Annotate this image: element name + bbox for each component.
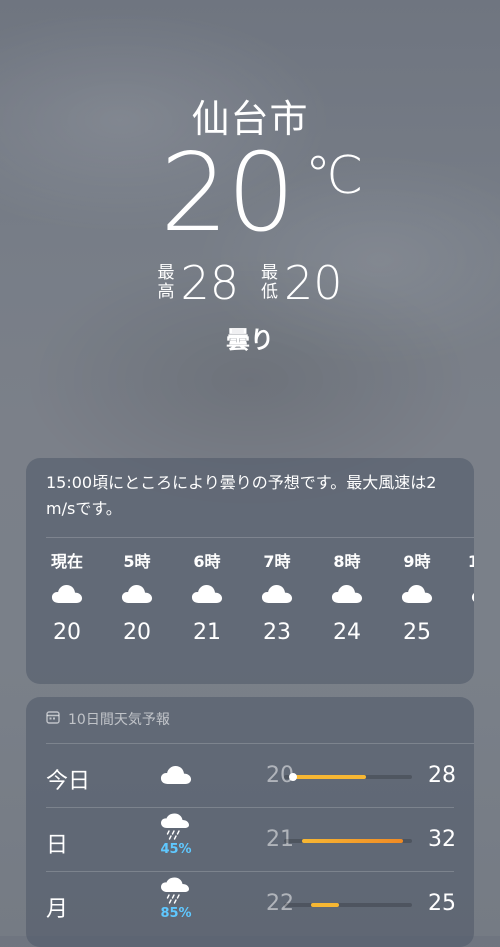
forecast-high: 32 bbox=[428, 827, 456, 852]
hour-item: 5時 20 bbox=[102, 548, 172, 645]
cloud-rain-icon: 85% bbox=[151, 877, 201, 921]
hourly-summary: 15:00頃にところにより曇りの予想です。最大風速は2 m/sです。 bbox=[46, 473, 437, 518]
forecast-row[interactable]: 月 85% 22 25 bbox=[26, 871, 474, 935]
forecast-day: 日 bbox=[46, 833, 69, 858]
cloud-icon bbox=[331, 574, 363, 614]
forecast-day: 今日 bbox=[46, 769, 91, 794]
cloud-icon bbox=[401, 574, 433, 614]
forecast-row[interactable]: 今日 20 28 bbox=[26, 743, 474, 807]
current-temperature-dot bbox=[289, 773, 298, 781]
temperature-range-bar bbox=[284, 773, 412, 781]
hour-item: 7時 23 bbox=[242, 548, 312, 645]
cloud-icon bbox=[51, 574, 83, 614]
hour-label: 6時 bbox=[193, 552, 221, 571]
precipitation-chance: 85% bbox=[160, 906, 192, 921]
high-temperature: 28 bbox=[180, 256, 239, 310]
ten-day-forecast-card[interactable]: 10日間天気予報 今日 20 28 日 45% 21 32 月 85% 22 25 bbox=[26, 697, 474, 947]
ten-day-header: 10日間天気予報 bbox=[46, 709, 170, 729]
hour-item: 6時 21 bbox=[172, 548, 242, 645]
hour-item: 9時 25 bbox=[382, 548, 452, 645]
cloud-icon bbox=[191, 574, 223, 614]
hour-item: 10時 26 bbox=[452, 548, 474, 645]
hour-temperature: 20 bbox=[123, 620, 151, 645]
divider bbox=[46, 871, 454, 872]
ten-day-title: 10日間天気予報 bbox=[68, 712, 170, 728]
hour-temperature: 20 bbox=[53, 620, 81, 645]
low-temperature: 20 bbox=[284, 256, 343, 310]
precipitation-chance: 45% bbox=[160, 842, 192, 857]
cloud-rain-icon: 45% bbox=[151, 813, 201, 857]
hour-label: 9時 bbox=[403, 552, 431, 571]
hour-label: 7時 bbox=[263, 552, 291, 571]
hour-temperature: 26 bbox=[473, 620, 474, 645]
hour-temperature: 25 bbox=[403, 620, 431, 645]
hourly-list[interactable]: 現在 20 5時 20 6時 21 7時 23 8時 24 9時 25 10時 26 bbox=[32, 548, 474, 645]
cloud-icon bbox=[151, 765, 201, 785]
hour-temperature: 21 bbox=[193, 620, 221, 645]
forecast-high: 25 bbox=[428, 891, 456, 916]
hour-label: 8時 bbox=[333, 552, 361, 571]
hour-label: 5時 bbox=[123, 552, 151, 571]
divider bbox=[46, 807, 454, 808]
hour-temperature: 24 bbox=[333, 620, 361, 645]
cloud-icon bbox=[261, 574, 293, 614]
hour-item: 現在 20 bbox=[32, 548, 102, 645]
divider bbox=[46, 537, 474, 538]
high-low: 最高 28 最低 20 bbox=[0, 260, 500, 306]
hourly-forecast-card[interactable]: 15:00頃にところにより曇りの予想です。最大風速は2 m/sです。 現在 20 5… bbox=[26, 458, 474, 684]
hour-label: 10時 bbox=[467, 552, 474, 571]
condition-text: 曇り bbox=[226, 326, 274, 354]
hour-label: 現在 bbox=[50, 552, 83, 571]
current-temperature: 20 bbox=[160, 131, 295, 256]
temperature-range-bar bbox=[284, 839, 412, 843]
cloud-icon bbox=[121, 574, 153, 614]
forecast-day: 月 bbox=[46, 897, 69, 922]
temperature-range-fill bbox=[293, 775, 367, 779]
forecast-high: 28 bbox=[428, 763, 456, 788]
calendar-icon bbox=[46, 710, 60, 728]
hour-temperature: 23 bbox=[263, 620, 291, 645]
forecast-row[interactable]: 日 45% 21 32 bbox=[26, 807, 474, 871]
high-label: 最高 bbox=[157, 263, 175, 302]
temperature-range-fill bbox=[311, 903, 339, 907]
hour-item: 8時 24 bbox=[312, 548, 382, 645]
cloud-icon bbox=[471, 574, 474, 614]
low-label: 最低 bbox=[261, 263, 278, 302]
temperature-range-fill bbox=[302, 839, 403, 843]
temperature-range-bar bbox=[284, 903, 412, 907]
temperature-unit: ℃ bbox=[305, 146, 364, 206]
